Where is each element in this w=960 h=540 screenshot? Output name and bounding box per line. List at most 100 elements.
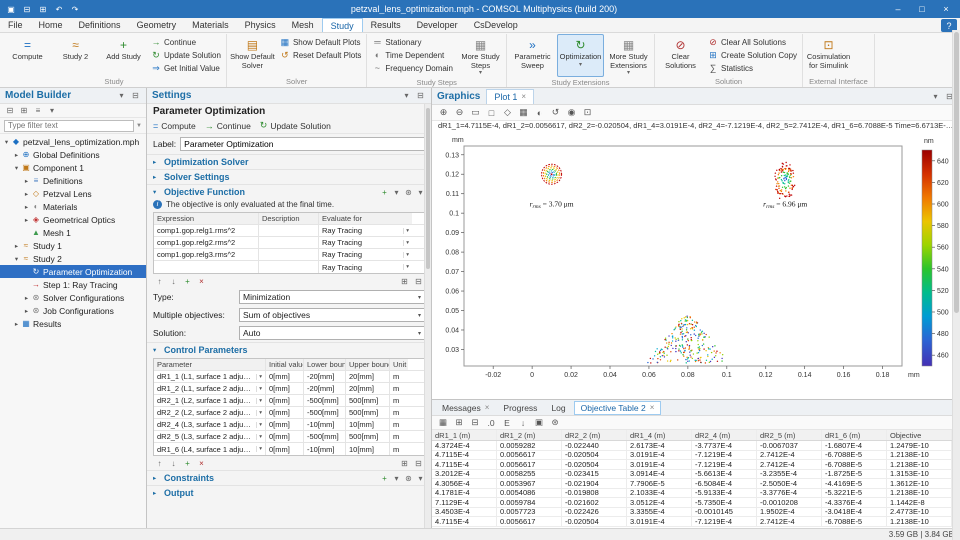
transparency-icon[interactable]: ◐: [534, 108, 545, 118]
tree-expander-icon[interactable]: ▾: [12, 255, 21, 263]
section-solver-settings[interactable]: ▸Solver Settings: [147, 169, 431, 184]
menu-file[interactable]: File: [0, 18, 31, 32]
save-table-icon[interactable]: ⊟: [414, 277, 423, 286]
get-initial-value-button[interactable]: ⇒Get Initial Value: [148, 62, 224, 74]
move-down-icon[interactable]: ↓: [169, 459, 178, 468]
zoom-in-icon[interactable]: ⊕: [438, 107, 449, 118]
tree-expander-icon[interactable]: ▸: [22, 216, 31, 224]
menu-geometry[interactable]: Geometry: [129, 18, 185, 32]
tree-expander-icon[interactable]: ▸: [22, 177, 31, 185]
undo-icon[interactable]: ↶: [52, 2, 66, 16]
frequency-domain-button[interactable]: ~Frequency Domain: [369, 62, 456, 74]
print-icon[interactable]: ⊡: [582, 107, 593, 118]
statistics-button[interactable]: ∑Statistics: [705, 62, 800, 74]
tree-item-component-1[interactable]: ▾▣Component 1: [0, 161, 146, 174]
tree-item-petzval-lens-optimization-mph[interactable]: ▾◆petzval_lens_optimization.mph: [0, 135, 146, 148]
combo-cell[interactable]: Ray Tracing▾: [319, 261, 412, 273]
table-row[interactable]: 4.3724E-40.0059282-0.0224402.6173E-4-3.7…: [432, 441, 952, 451]
default-view-icon[interactable]: ◇: [502, 107, 513, 118]
maximize-button[interactable]: □: [910, 0, 934, 18]
table-cell[interactable]: 0[mm]: [266, 407, 304, 418]
clear-all-solutions-button[interactable]: ⊘Clear All Solutions: [705, 36, 800, 48]
time-dependent-button[interactable]: ◐Time Dependent: [369, 49, 456, 61]
table-cell[interactable]: [259, 261, 319, 273]
table-settings-icon[interactable]: ⊛: [550, 417, 560, 428]
table-cell[interactable]: 0[mm]: [266, 371, 304, 382]
copy-table-icon[interactable]: ▣: [534, 417, 544, 428]
table-scrollbar[interactable]: [952, 400, 960, 528]
update-solution-button[interactable]: ↻Update Solution: [260, 120, 331, 131]
compute-button[interactable]: =Compute: [153, 121, 196, 131]
label-field-input[interactable]: [180, 137, 425, 151]
move-down-icon[interactable]: ↓: [169, 277, 178, 286]
stationary-button[interactable]: ═Stationary: [369, 36, 456, 48]
combo-cell[interactable]: Ray Tracing▾: [319, 249, 412, 260]
table-cell[interactable]: 0[mm]: [266, 419, 304, 430]
add-icon[interactable]: +: [183, 459, 192, 468]
add-icon[interactable]: +: [380, 188, 389, 197]
precision-icon[interactable]: .0: [486, 418, 496, 428]
merge-cells-icon[interactable]: ⊞: [454, 417, 464, 428]
show-options-icon[interactable]: ≡: [33, 106, 43, 115]
panel-menu-icon[interactable]: ▾: [930, 91, 941, 102]
tree-filter-input[interactable]: [4, 120, 134, 132]
section-optimization-solver[interactable]: ▸Optimization Solver: [147, 154, 431, 169]
update-solution-button[interactable]: ↻Update Solution: [148, 49, 224, 61]
table-row[interactable]: 4.1781E-40.0054086-0.0198082.1033E-4-5.9…: [432, 489, 952, 499]
tree-item-solver-configurations[interactable]: ▸⊛Solver Configurations: [0, 291, 146, 304]
tree-expander-icon[interactable]: ▸: [22, 203, 31, 211]
table-cell[interactable]: [259, 237, 319, 248]
notation-icon[interactable]: E: [502, 418, 512, 428]
gear-icon[interactable]: ⊛: [404, 188, 413, 197]
plot-svg[interactable]: -0.0200.020.040.060.080.10.120.140.160.1…: [434, 134, 958, 384]
add-icon[interactable]: +: [380, 474, 389, 483]
collapse-all-icon[interactable]: ⊟: [5, 106, 15, 115]
close-tab-icon[interactable]: ×: [485, 403, 490, 412]
tree-item-mesh-1[interactable]: ▲Mesh 1: [0, 226, 146, 239]
solution-select[interactable]: Auto▾: [239, 326, 425, 340]
tree-expander-icon[interactable]: ▸: [22, 307, 31, 315]
section-output[interactable]: ▸Output: [147, 485, 431, 500]
tab-messages[interactable]: Messages×: [436, 401, 495, 415]
tab-progress[interactable]: Progress: [497, 401, 543, 415]
table-cell[interactable]: m: [390, 407, 408, 418]
table-cell[interactable]: [259, 249, 319, 260]
add-icon[interactable]: +: [183, 277, 192, 286]
menu-csdevelop[interactable]: CsDevelop: [466, 18, 526, 32]
combo-cell[interactable]: dR2_2 (L2, surface 2 adjustment)▾: [154, 407, 266, 418]
table-cell[interactable]: m: [390, 419, 408, 430]
plot-area[interactable]: -0.0200.020.040.060.080.10.120.140.160.1…: [432, 132, 960, 399]
table-cell[interactable]: 0[mm]: [266, 431, 304, 442]
continue-button[interactable]: →Continue: [148, 36, 224, 48]
tree-item-materials[interactable]: ▸◐Materials: [0, 200, 146, 213]
table-cell[interactable]: m: [390, 383, 408, 394]
tree-expander-icon[interactable]: ▸: [22, 190, 31, 198]
save-icon[interactable]: ⊟: [20, 2, 34, 16]
table-cell[interactable]: -20[mm]: [304, 383, 346, 394]
parametric-sweep-button[interactable]: »Parametric Sweep: [509, 34, 556, 77]
filter-icon[interactable]: ▼: [136, 123, 142, 129]
tree-item-step-1-ray-tracing[interactable]: →Step 1: Ray Tracing: [0, 278, 146, 291]
combo-cell[interactable]: dR2_4 (L3, surface 1 adjustment)▾: [154, 419, 266, 430]
panel-menu-icon[interactable]: ▾: [116, 90, 127, 101]
combo-cell[interactable]: dR1_2 (L1, surface 2 adjustment)▾: [154, 383, 266, 394]
table-row[interactable]: 4.7115E-40.0056617-0.0205043.0191E-4-7.1…: [432, 460, 952, 470]
reset-default-plots-button[interactable]: ↺Reset Default Plots: [277, 49, 364, 61]
split-cells-icon[interactable]: ⊟: [470, 417, 480, 428]
table-cell[interactable]: [259, 225, 319, 236]
table-cell[interactable]: -500[mm]: [304, 407, 346, 418]
compute-button[interactable]: =Compute: [4, 34, 51, 76]
panel-float-icon[interactable]: ⊟: [130, 90, 141, 101]
menu-developer[interactable]: Developer: [409, 18, 466, 32]
tree-item-parameter-optimization[interactable]: ↻Parameter Optimization: [0, 265, 146, 278]
table-cell[interactable]: m: [390, 443, 408, 455]
table-cell[interactable]: comp1.gop.relg2.rms^2: [154, 237, 259, 248]
table-cell[interactable]: 20[mm]: [346, 371, 390, 382]
add-study-button[interactable]: +Add Study: [100, 34, 147, 76]
tab-plot-1[interactable]: Plot 1 ×: [486, 89, 534, 104]
snapshot-icon[interactable]: ◉: [566, 107, 577, 118]
settings-scrollbar[interactable]: [424, 104, 431, 528]
rotate-icon[interactable]: ↺: [550, 107, 561, 118]
table-row[interactable]: 7.1129E-40.0059784-0.0216023.0512E-4-5.7…: [432, 498, 952, 508]
close-button[interactable]: ×: [934, 0, 958, 18]
